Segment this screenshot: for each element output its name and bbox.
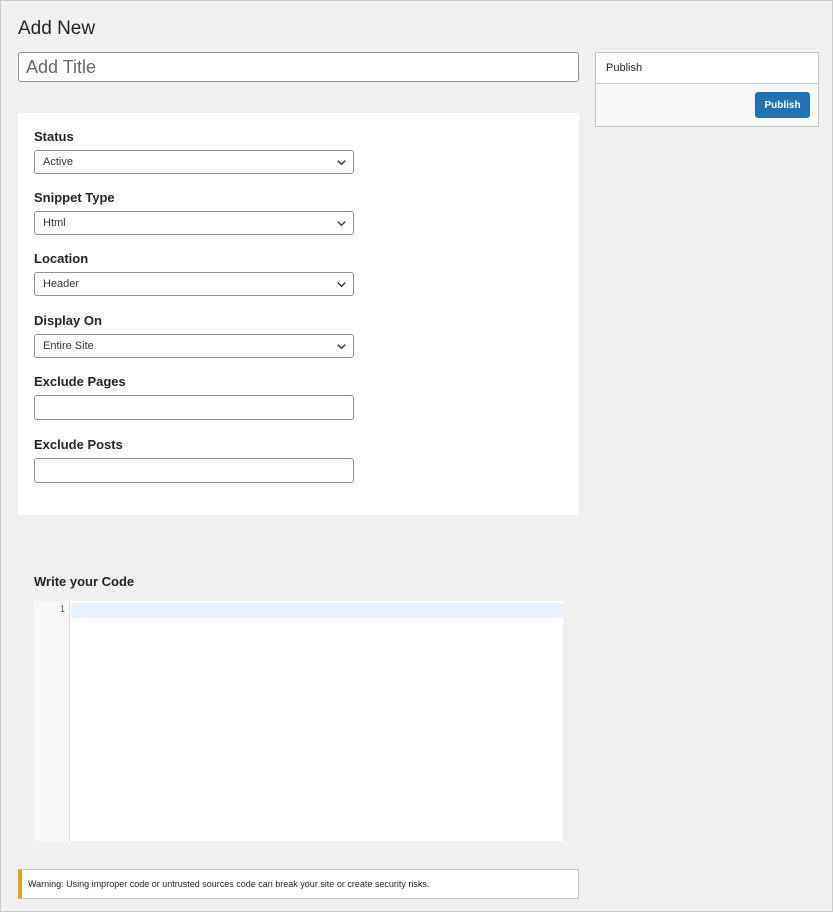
exclude-pages-label: Exclude Pages — [34, 374, 126, 389]
publish-box-header: Publish — [596, 53, 818, 84]
location-select[interactable]: Header — [34, 272, 354, 296]
page-frame: Add New Status Active Snippet Type Html … — [0, 0, 833, 912]
security-warning-notice: Warning: Using improper code or untruste… — [18, 869, 579, 899]
display-on-select-value: Entire Site — [43, 340, 94, 352]
location-select-value: Header — [43, 278, 80, 290]
code-editor-label: Write your Code — [34, 574, 135, 589]
chevron-down-icon — [337, 160, 346, 166]
chevron-down-icon — [337, 282, 346, 288]
status-select[interactable]: Active — [34, 150, 354, 174]
snippet-type-select-value: Html — [43, 217, 66, 229]
status-label: Status — [34, 129, 74, 144]
chevron-down-icon — [337, 344, 346, 350]
page-title: Add New — [18, 18, 96, 39]
snippet-type-label: Snippet Type — [34, 190, 115, 205]
exclude-posts-label: Exclude Posts — [34, 437, 123, 452]
status-select-value: Active — [43, 156, 73, 168]
code-editor-gutter: 1 — [34, 601, 70, 841]
snippet-settings-card: Status Active Snippet Type Html Location… — [18, 113, 579, 515]
display-on-label: Display On — [34, 313, 102, 328]
snippet-type-select[interactable]: Html — [34, 211, 354, 235]
publish-box-body: Publish — [596, 84, 818, 126]
display-on-select[interactable]: Entire Site — [34, 334, 354, 358]
chevron-down-icon — [337, 221, 346, 227]
active-line-highlight — [71, 603, 563, 618]
code-editor[interactable]: 1 — [34, 601, 563, 841]
publish-box: Publish Publish — [595, 52, 819, 127]
exclude-posts-input[interactable] — [34, 458, 354, 483]
publish-button[interactable]: Publish — [755, 92, 810, 118]
title-input[interactable] — [18, 52, 579, 82]
line-number: 1 — [59, 605, 65, 615]
location-label: Location — [34, 251, 89, 266]
exclude-pages-input[interactable] — [34, 395, 354, 420]
